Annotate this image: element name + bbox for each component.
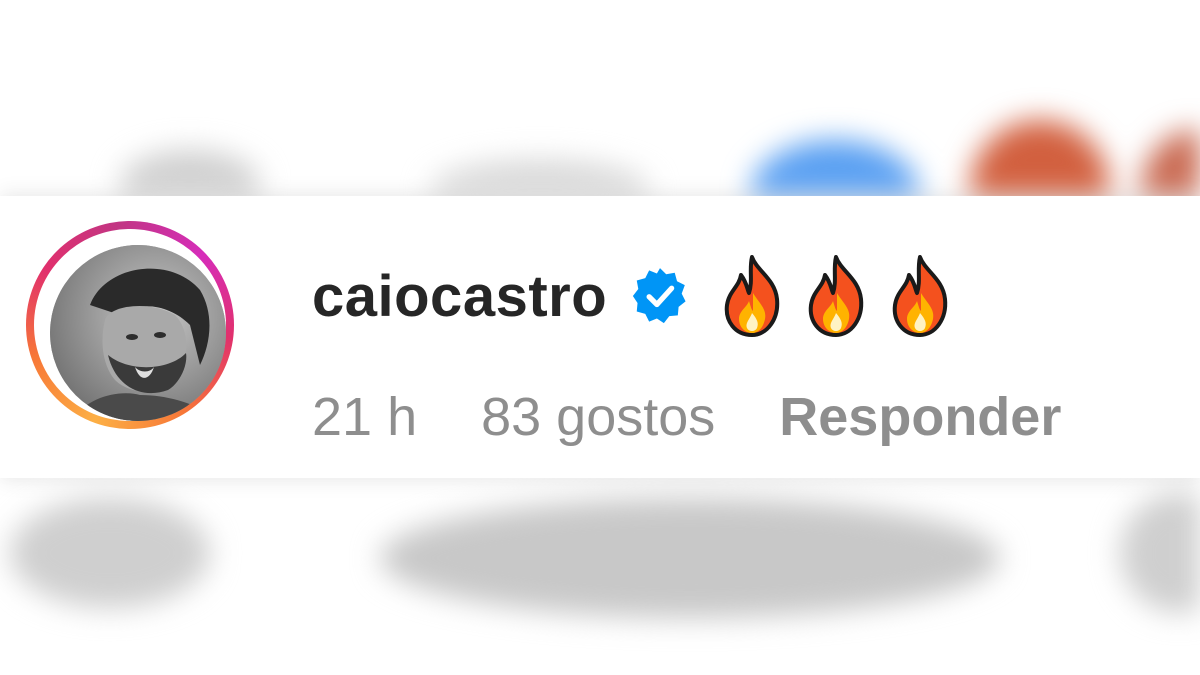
username-link[interactable]: caiocastro	[312, 263, 607, 330]
avatar[interactable]	[50, 245, 226, 421]
screenshot-stage: caiocastro 21 h 83 gostos Responder	[0, 0, 1200, 675]
fire-emoji-icon	[808, 255, 864, 337]
comment-item: caiocastro 21 h 83 gostos Responder	[0, 196, 1200, 478]
reply-button[interactable]: Responder	[779, 386, 1061, 448]
avatar-story-ring[interactable]	[26, 221, 234, 429]
comment-timestamp[interactable]: 21 h	[312, 386, 417, 448]
comment-text	[717, 253, 955, 339]
comment-meta-row: 21 h 83 gostos Responder	[312, 386, 1061, 448]
fire-emoji-icon	[892, 255, 948, 337]
blurred-background-bottom	[0, 478, 1200, 675]
comment-header: caiocastro	[312, 248, 955, 344]
fire-emoji-icon	[724, 255, 780, 337]
blurred-background-top	[0, 0, 1200, 196]
verified-badge-icon	[633, 268, 686, 324]
avatar-photo	[50, 245, 226, 421]
comment-likes-count[interactable]: 83 gostos	[481, 386, 715, 448]
avatar-ring-gap	[34, 229, 226, 421]
